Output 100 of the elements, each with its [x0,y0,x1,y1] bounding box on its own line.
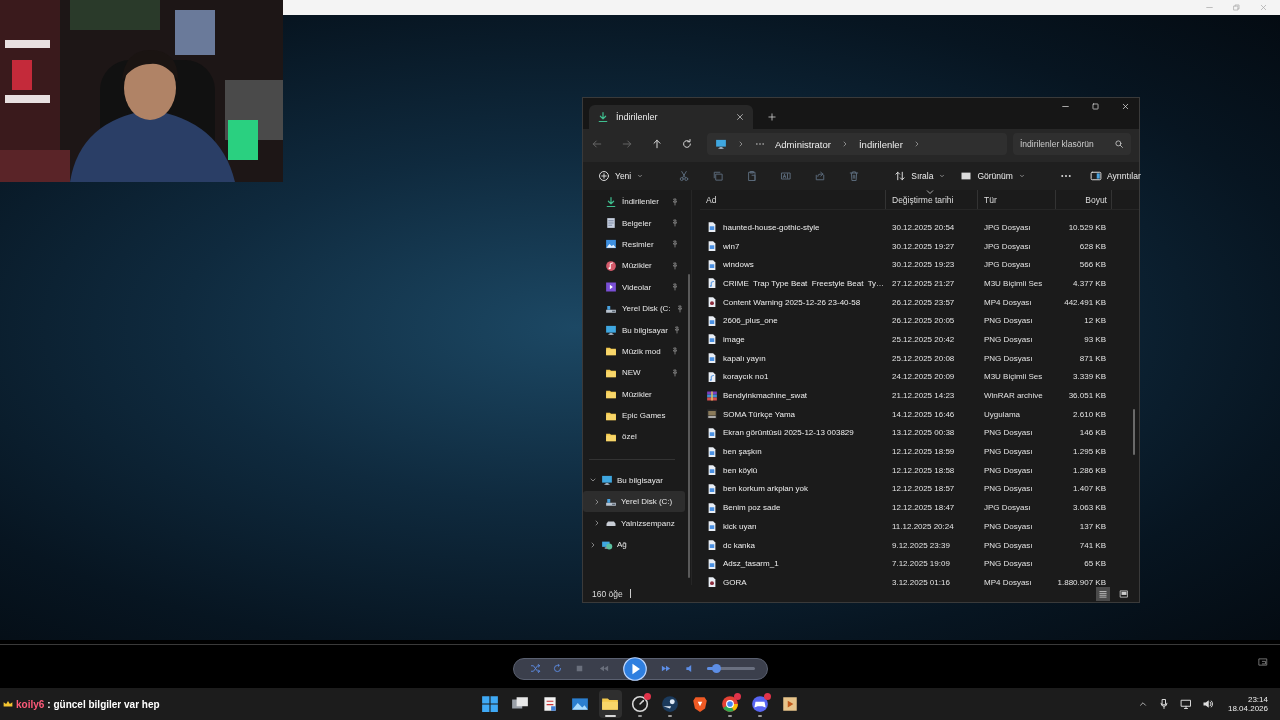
volume-slider[interactable] [706,667,755,670]
file-name[interactable]: GORA [723,577,747,587]
view-toggle[interactable] [1096,586,1110,601]
table-cell-text: PNG Dosyası [983,521,1034,531]
tree-label: Yerel Disk (C:) [621,497,674,507]
table-cell-text: 27.12.2025 21:27 [891,278,956,288]
maximize-icon[interactable] [1091,102,1100,111]
file-name[interactable]: Adsz_tasarm_1 [723,559,779,569]
file-name[interactable]: 2606_plus_one [723,316,778,326]
network-monitor-icon[interactable] [1179,698,1192,710]
sidebar-item[interactable]: Epic Games [583,404,691,427]
sidebar-item[interactable]: Videolar [583,276,691,298]
image-file-icon [706,240,718,253]
file-name[interactable]: ben köylü [723,465,758,475]
table-cell-text: 30.12.2025 19:23 [891,260,956,270]
refresh-icon[interactable] [681,138,693,150]
scrollbar[interactable] [1133,409,1135,455]
up-arrow-icon[interactable] [651,138,663,150]
close-icon[interactable] [735,112,745,122]
file-name[interactable]: ben korkum arkplan yok [723,484,808,494]
file-name[interactable]: SOMA Türkçe Yama [723,409,796,419]
caret-icon [1017,172,1026,180]
view-button[interactable]: Görünüm [955,167,1031,185]
tiles-view-icon [1119,588,1129,599]
file-name[interactable]: kapalı yayın [723,353,766,363]
sidebar-label: Yerel Disk (C: [622,304,671,314]
search-field[interactable]: İndirilenler klasörün [1013,133,1131,155]
sidebar-item[interactable]: özel [583,426,691,448]
sidebar-label: Videolar [622,282,653,292]
tree-item[interactable]: Yerel Disk (C:) [583,491,685,513]
column-header[interactable]: Ad [700,190,886,209]
file-name[interactable]: Content Warning 2025-12-26 23-40-58 [723,297,861,307]
table-cell-text: 741 KB [1078,540,1107,550]
column-header[interactable]: Değiştirme tarihi [886,190,978,209]
table-cell-text: 36.051 KB [1067,391,1107,401]
sidebar-item[interactable]: Müzikler [583,383,691,405]
table-cell-text: M3U Biçimli Ses [983,278,1044,288]
sidebar-item[interactable]: Resimler [583,233,691,256]
file-name[interactable]: haunted-house-gothic-style [723,222,820,232]
plus-icon[interactable] [767,112,777,122]
sidebar-item[interactable]: Yerel Disk (C: [583,297,691,320]
chevron-up-icon[interactable] [1137,699,1148,709]
file-name[interactable]: CRIME Trap Type Beat Freestyle Beat Ty… [723,278,885,288]
address-bar[interactable]: Administrator İndirilenler [707,133,1007,155]
chat-username: koily6 [16,698,45,710]
tree-label: Bu bilgisayar [617,475,664,485]
clock-time[interactable]: 23:14 [1247,695,1268,704]
table-cell-text: 4.377 KB [1072,278,1107,288]
table-cell-text: 21.12.2025 14:23 [891,391,956,401]
file-name[interactable]: ben şaşkın [723,447,762,457]
table-cell-text: 1.407 KB [1072,484,1107,494]
file-name[interactable]: image [723,334,745,344]
sidebar-item[interactable]: İndirilenler [583,191,691,213]
taskbar-button[interactable] [598,690,622,718]
file-name[interactable]: kick uyarı [723,521,757,531]
tree-item[interactable]: Yalnizsempanz [583,512,685,534]
document-icon [605,217,617,230]
table-cell-text: MP4 Dosyası [983,297,1033,307]
clock-date[interactable]: 18.04.2026 [1227,704,1268,713]
file-name[interactable]: koraycık no1 [723,372,769,382]
speaker-icon[interactable] [1201,698,1214,710]
file-name[interactable]: Ekran görüntüsü 2025-12-13 003829 [723,428,854,438]
file-name[interactable]: Bendyinkmachine_swat [723,391,808,401]
sidebar-item[interactable]: Müzikler [583,255,691,277]
breadcrumb-item[interactable]: İndirilenler [858,138,903,150]
table-cell-text: M3U Biçimli Ses [983,372,1044,382]
sidebar-item[interactable]: Bu bilgisayar [583,319,691,341]
table-cell-text: 26.12.2025 20:05 [891,316,956,326]
table-cell-text: PNG Dosyası [983,484,1034,494]
new-button[interactable]: Yeni [593,167,650,185]
chevron-right-icon [737,140,745,148]
file-name[interactable]: windows [723,260,754,270]
column-header[interactable]: Tür [978,190,1056,209]
table-cell-text: JPG Dosyası [983,241,1032,251]
play-icon[interactable] [622,656,647,681]
sort-button[interactable]: Sırala [889,167,952,185]
folder-icon [605,388,617,401]
table-cell-text: 137 KB [1078,521,1107,531]
file-name[interactable]: Benim poz sade [723,503,781,513]
table-cell-text: 12.12.2025 18:59 [891,447,956,457]
shuffle-icon[interactable] [529,663,541,674]
tree-item[interactable]: Ağ [583,533,685,556]
sidebar-label: Müzikler [622,389,653,399]
pip-icon[interactable] [1258,657,1268,667]
microphone-icon[interactable] [1157,698,1170,710]
file-name[interactable]: dc kanka [723,540,756,550]
file-name[interactable]: win7 [723,241,740,251]
sidebar-item[interactable]: Belgeler [583,212,691,234]
sidebar-item[interactable]: NEW [583,362,691,384]
column-header[interactable]: Boyut [1056,190,1112,209]
table-cell-text: PNG Dosyası [983,428,1034,438]
tab[interactable]: İndirilenler [589,105,753,129]
sidebar-item[interactable]: Müzik mod [583,340,691,363]
details-button[interactable]: Ayrıntılar [1084,167,1146,185]
image-file-icon [706,314,718,327]
table-cell-text: PNG Dosyası [983,353,1034,363]
scrollbar[interactable] [688,274,690,578]
breadcrumb-item[interactable]: Administrator [775,138,831,150]
tree-item[interactable]: Bu bilgisayar [583,469,685,492]
table-cell-text: 1.286 KB [1072,465,1107,475]
